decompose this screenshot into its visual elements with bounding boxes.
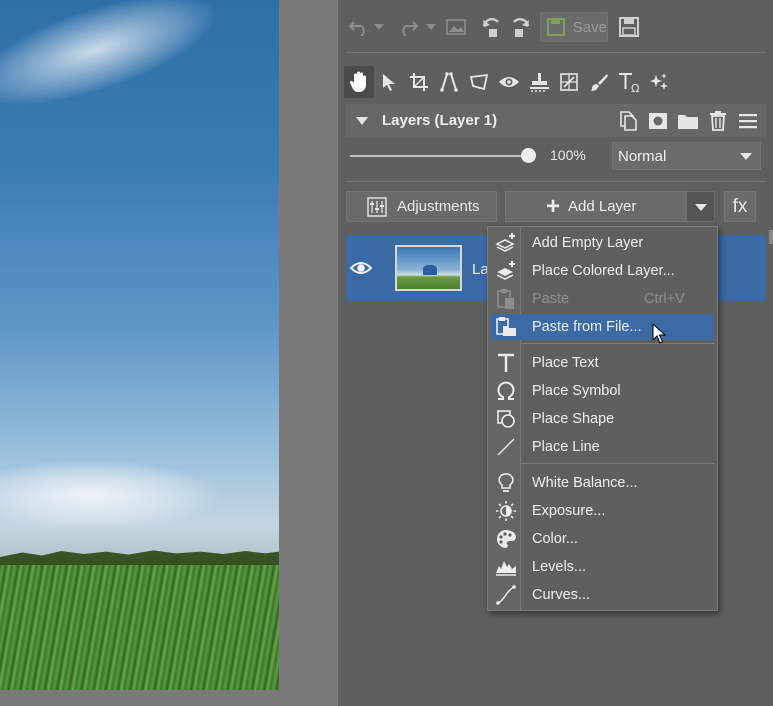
plus-icon: + <box>546 192 561 220</box>
menu-item-label: Paste <box>532 291 570 307</box>
collapse-triangle-icon[interactable] <box>356 116 368 125</box>
menu-item-curves[interactable]: Curves... <box>491 582 714 608</box>
line-icon <box>493 435 519 459</box>
layers-title: Layers (Layer 1) <box>382 112 498 129</box>
text-icon <box>493 351 519 375</box>
menu-item-levels[interactable]: Levels... <box>491 554 714 580</box>
menu-item-label: Color... <box>532 531 578 547</box>
text-tool-icon[interactable]: Ω <box>614 66 644 98</box>
menu-item-label: Add Empty Layer <box>532 235 644 251</box>
pointer-tool-icon[interactable] <box>374 66 404 98</box>
add-layer-button[interactable]: + Add Layer <box>505 191 686 222</box>
adjustments-sliders-icon <box>367 196 387 217</box>
blend-mode-value: Normal <box>618 147 667 165</box>
transform-tool-icon[interactable] <box>554 66 584 98</box>
paste-icon <box>493 287 519 311</box>
menu-item-exposure[interactable]: Exposure... <box>491 498 714 524</box>
palette-icon <box>493 527 519 551</box>
menu-item-label: Place Line <box>532 439 600 455</box>
svg-text:Ω: Ω <box>631 82 639 93</box>
add-empty-layer-icon <box>493 231 519 255</box>
menu-item-white-balance[interactable]: White Balance... <box>491 470 714 496</box>
undo-dropdown-icon[interactable] <box>372 12 386 42</box>
chevron-down-icon <box>695 204 707 211</box>
tools-row: Ω <box>344 66 674 98</box>
visibility-eye-icon[interactable] <box>348 257 374 284</box>
sun-icon <box>493 499 519 523</box>
save-disk-icon <box>547 18 565 36</box>
blend-mode-select[interactable]: Normal <box>612 142 761 170</box>
menu-item-place-line[interactable]: Place Line <box>491 434 714 460</box>
save-label: Save <box>572 18 607 36</box>
opacity-slider-track[interactable] <box>350 155 528 157</box>
add-layer-label: Add Layer <box>568 198 637 215</box>
undo-icon[interactable] <box>346 12 372 42</box>
brush-tool-icon[interactable] <box>584 66 614 98</box>
menu-item-add-empty-layer[interactable]: Add Empty Layer <box>491 230 714 256</box>
menu-item-label: Place Shape <box>532 411 615 427</box>
save-button[interactable]: Save <box>540 12 608 42</box>
menu-item-paste[interactable]: Paste Ctrl+V <box>491 286 714 312</box>
redo-icon[interactable] <box>392 12 424 42</box>
menu-item-paste-from-file[interactable]: Paste from File... <box>491 314 714 340</box>
mouse-cursor-icon <box>652 322 667 350</box>
crop-tool-icon[interactable] <box>404 66 434 98</box>
menu-item-label: Curves... <box>532 587 591 603</box>
rotate-right-icon[interactable] <box>506 12 534 42</box>
add-layer-menu: Add Empty Layer Place Colored Layer... P… <box>487 226 718 611</box>
straighten-tool-icon[interactable] <box>434 66 464 98</box>
opacity-slider-handle[interactable] <box>521 148 536 163</box>
adjustments-label: Adjustments <box>397 198 480 215</box>
red-eye-tool-icon[interactable] <box>494 66 524 98</box>
menu-item-color[interactable]: Color... <box>491 526 714 552</box>
save-as-disk-icon[interactable] <box>614 12 644 42</box>
menu-item-shortcut: Ctrl+V <box>644 291 685 307</box>
hand-tool-icon[interactable] <box>344 66 374 98</box>
menu-separator <box>521 463 714 464</box>
redo-dropdown-icon[interactable] <box>424 12 438 42</box>
chevron-down-icon <box>740 153 752 160</box>
menu-item-place-shape[interactable]: Place Shape <box>491 406 714 432</box>
fx-button[interactable]: fx <box>724 191 756 222</box>
folder-icon[interactable] <box>676 109 700 133</box>
menu-item-place-text[interactable]: Place Text <box>491 350 714 376</box>
levels-icon <box>493 555 519 579</box>
top-toolbar: Save <box>346 12 644 42</box>
menu-item-label: White Balance... <box>532 475 638 491</box>
menu-item-label: Place Text <box>532 355 599 371</box>
duplicate-layer-icon[interactable] <box>616 109 640 133</box>
menu-item-label: Levels... <box>532 559 586 575</box>
layer-thumbnail[interactable] <box>395 245 462 291</box>
adjustments-button[interactable]: Adjustments <box>346 191 497 222</box>
clone-stamp-tool-icon[interactable] <box>524 66 554 98</box>
paste-from-file-icon <box>493 315 519 339</box>
perspective-tool-icon[interactable] <box>464 66 494 98</box>
menu-item-place-colored-layer[interactable]: Place Colored Layer... <box>491 258 714 284</box>
curves-icon <box>493 583 519 607</box>
photo-image <box>0 0 279 690</box>
opacity-value: 100% <box>550 147 586 163</box>
layers-section-header[interactable]: Layers (Layer 1) <box>346 104 766 137</box>
add-colored-layer-icon <box>493 259 519 283</box>
menu-item-label: Place Symbol <box>532 383 621 399</box>
shape-icon <box>493 407 519 431</box>
menu-item-place-symbol[interactable]: Place Symbol <box>491 378 714 404</box>
effects-stars-icon[interactable] <box>644 66 674 98</box>
menu-item-label: Paste from File... <box>532 319 642 335</box>
menu-hamburger-icon[interactable] <box>736 109 760 133</box>
controls-divider <box>346 181 766 182</box>
menu-item-label: Exposure... <box>532 503 606 519</box>
menu-separator <box>521 343 714 344</box>
toolbar-divider <box>346 52 766 53</box>
compare-image-icon[interactable] <box>442 12 470 42</box>
trash-icon[interactable] <box>706 109 730 133</box>
layer-mask-icon[interactable] <box>646 109 670 133</box>
bulb-icon <box>493 471 519 495</box>
add-layer-dropdown-button[interactable] <box>686 191 715 222</box>
menu-item-label: Place Colored Layer... <box>532 263 675 279</box>
rotate-left-icon[interactable] <box>478 12 506 42</box>
omega-icon <box>493 379 519 403</box>
image-canvas[interactable] <box>0 0 338 706</box>
panel-edge-marker <box>769 230 773 244</box>
